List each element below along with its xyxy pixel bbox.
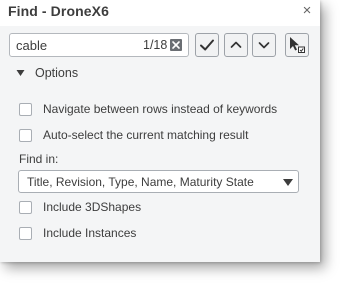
chevron-up-icon — [230, 41, 242, 48]
search-input[interactable] — [16, 34, 136, 56]
close-icon[interactable]: × — [299, 2, 315, 20]
match-counter: 1/18 — [143, 38, 168, 52]
caret-down-icon — [16, 70, 25, 76]
find-dialog: Find - DroneX6 × 1/18 — [0, 0, 320, 262]
search-field[interactable]: 1/18 — [9, 33, 189, 57]
find-in-select[interactable]: Title, Revision, Type, Name, Maturity St… — [18, 170, 299, 193]
auto-select-checkbox[interactable] — [19, 129, 32, 142]
previous-match-button[interactable] — [224, 33, 248, 57]
select-in-tree-button[interactable] — [285, 33, 309, 57]
find-in-label: Find in: — [19, 152, 59, 166]
clear-search-icon[interactable] — [170, 39, 182, 51]
dialog-title: Find - DroneX6 — [8, 3, 109, 19]
dropdown-caret-icon — [283, 179, 293, 186]
dialog-titlebar[interactable]: Find - DroneX6 × — [0, 0, 320, 26]
include-instances-label: Include Instances — [43, 226, 137, 240]
find-in-selected-value: Title, Revision, Type, Name, Maturity St… — [27, 175, 254, 189]
include-3dshapes-label: Include 3DShapes — [43, 200, 142, 214]
select-in-tree-icon — [290, 37, 305, 53]
auto-select-label: Auto-select the current matching result — [43, 128, 249, 142]
chevron-down-icon — [258, 42, 270, 49]
include-3dshapes-checkbox[interactable] — [19, 201, 32, 214]
options-label: Options — [35, 66, 79, 80]
include-instances-checkbox[interactable] — [19, 227, 32, 240]
confirm-button[interactable] — [195, 33, 219, 57]
next-match-button[interactable] — [252, 33, 276, 57]
checkmark-icon — [200, 39, 214, 51]
navigate-rows-label: Navigate between rows instead of keyword… — [43, 102, 278, 116]
navigate-rows-checkbox[interactable] — [19, 103, 32, 116]
